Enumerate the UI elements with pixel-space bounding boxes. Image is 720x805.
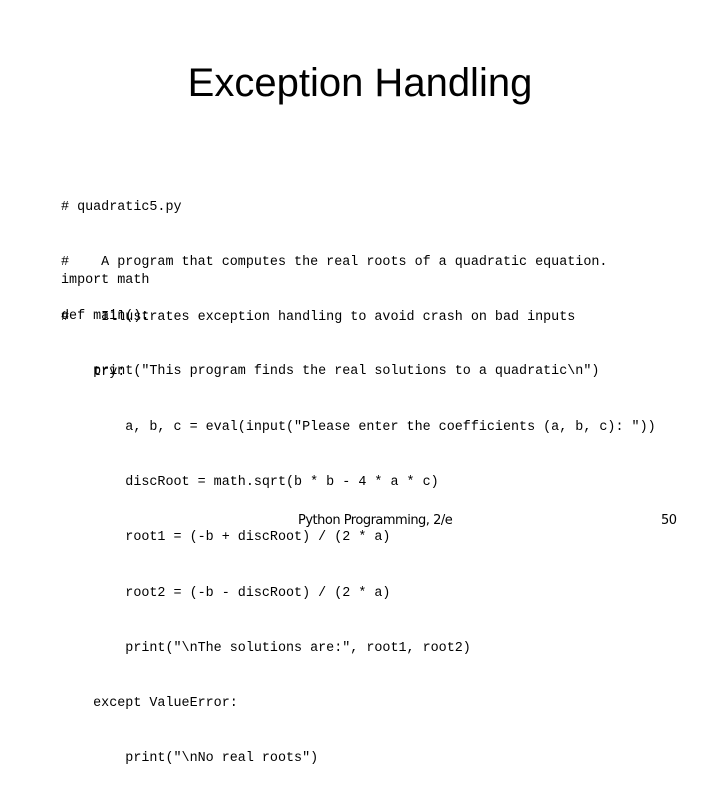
- code-line: root1 = (-b + discRoot) / (2 * a): [61, 530, 391, 546]
- code-line: try:: [61, 364, 126, 380]
- slide-title: Exception Handling: [187, 61, 533, 105]
- code-line: def main():: [61, 308, 150, 324]
- code-line: except ValueError:: [61, 696, 238, 712]
- page-number: 50: [661, 513, 677, 528]
- code-line: a, b, c = eval(input("Please enter the c…: [61, 420, 656, 436]
- code-line: print("\nNo real roots"): [61, 751, 319, 767]
- code-line: print("\nThe solutions are:", root1, roo…: [61, 640, 471, 656]
- code-line: root2 = (-b - discRoot) / (2 * a): [61, 585, 391, 601]
- footer-text: Python Programming, 2/e: [298, 513, 453, 528]
- code-line: discRoot = math.sqrt(b * b - 4 * a * c): [61, 475, 439, 491]
- code-try-except-block: try: a, b, c = eval(input("Please enter …: [61, 327, 656, 805]
- code-line: # quadratic5.py: [61, 199, 182, 215]
